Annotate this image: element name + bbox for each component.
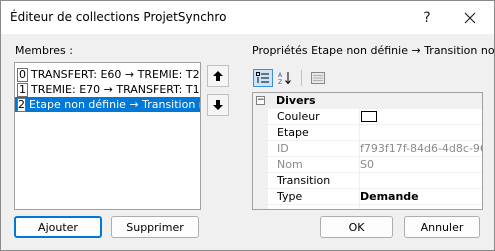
property-row-transition[interactable]: Transition — [268, 173, 482, 189]
title-bar[interactable]: Éditeur de collections ProjetSynchro ? — [1, 1, 494, 34]
item-text: TREMIE: E70 → TRANSFERT: T1 — [31, 83, 200, 96]
property-row-id[interactable]: ID f793f17f-84d6-4d8c-96cb — [268, 141, 482, 157]
property-value: Demande — [360, 190, 419, 203]
properties-label: Propriétés Etape non définie → Transitio… — [252, 44, 495, 57]
item-index: 1 — [17, 82, 28, 97]
item-text: TRANSFERT: E60 → TREMIE: T2 — [31, 68, 200, 81]
grid-margin — [253, 93, 268, 209]
property-name: Transition — [277, 174, 331, 187]
property-row-couleur[interactable]: Couleur — [268, 109, 482, 125]
property-row-nom[interactable]: Nom S0 — [268, 157, 482, 173]
move-up-button[interactable] — [207, 65, 229, 87]
collection-editor-dialog: Éditeur de collections ProjetSynchro ? M… — [0, 0, 495, 251]
window-title: Éditeur de collections ProjetSynchro — [10, 10, 227, 24]
property-pages-button[interactable] — [308, 69, 328, 87]
color-swatch — [361, 111, 377, 122]
list-item-selected[interactable]: 2 Etape non définie → Transition non — [15, 97, 201, 112]
svg-text:Z: Z — [278, 79, 282, 85]
property-row-type[interactable]: Type Demande — [268, 189, 482, 205]
list-item[interactable]: 1 TREMIE: E70 → TRANSFERT: T1 — [15, 82, 200, 97]
toolbar-separator — [301, 70, 302, 86]
add-button[interactable]: Ajouter — [14, 216, 102, 238]
property-name: Etape — [277, 126, 309, 139]
property-row-etape[interactable]: Etape — [268, 125, 482, 141]
property-name: Couleur — [277, 110, 320, 123]
cancel-button[interactable]: Annuler — [404, 216, 480, 238]
members-label: Membres : — [15, 44, 73, 57]
category-label: Divers — [276, 94, 316, 107]
property-name: Nom — [277, 158, 303, 171]
item-text: Etape non définie → Transition non — [29, 98, 201, 111]
move-down-button[interactable] — [207, 94, 229, 116]
remove-button[interactable]: Supprimer — [111, 216, 199, 238]
property-name: ID — [277, 142, 289, 155]
alphabetical-sort-button[interactable]: A Z — [275, 69, 295, 87]
members-list[interactable]: 0 TRANSFERT: E60 → TREMIE: T2 1 TREMIE: … — [14, 62, 201, 210]
categorized-view-icon — [256, 72, 269, 83]
property-value: S0 — [360, 158, 374, 171]
arrow-up-icon — [213, 71, 223, 81]
svg-text:A: A — [278, 72, 283, 79]
item-index: 2 — [17, 97, 26, 112]
property-name: Type — [277, 190, 303, 203]
list-item[interactable]: 0 TRANSFERT: E60 → TREMIE: T2 — [15, 67, 200, 82]
properties-toolbar: A Z — [253, 68, 330, 88]
alphabetical-sort-icon: A Z — [278, 72, 291, 85]
property-value: f793f17f-84d6-4d8c-96cb — [360, 142, 482, 155]
close-icon — [464, 12, 476, 23]
close-button[interactable] — [452, 1, 488, 34]
category-row[interactable]: − Divers — [253, 93, 482, 109]
property-grid[interactable]: − Divers Couleur Etape ID f793f17f-84d6-… — [252, 92, 483, 210]
help-button[interactable]: ? — [409, 1, 445, 34]
ok-button[interactable]: OK — [320, 216, 393, 238]
categorized-view-button[interactable] — [253, 69, 273, 87]
arrow-down-icon — [213, 100, 223, 110]
property-pages-icon — [311, 72, 325, 84]
collapse-toggle[interactable]: − — [256, 96, 265, 105]
item-index: 0 — [17, 67, 28, 82]
